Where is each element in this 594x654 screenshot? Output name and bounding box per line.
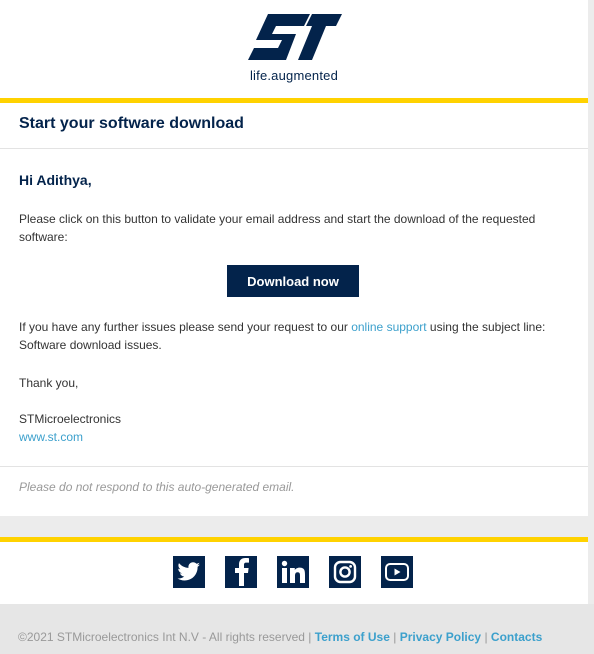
support-paragraph: If you have any further issues please se… (19, 318, 564, 354)
download-now-button[interactable]: Download now (227, 265, 359, 297)
header-accent-bar (0, 98, 588, 103)
right-gutter (588, 0, 594, 654)
header: life.augmented (0, 0, 588, 98)
footer-separator: | (484, 630, 488, 644)
email-title: Start your software download (19, 115, 244, 132)
terms-of-use-link[interactable]: Terms of Use (315, 630, 390, 644)
online-support-link[interactable]: online support (351, 320, 426, 334)
copyright-text: ©2021 STMicroelectronics Int N.V - All r… (18, 630, 305, 644)
footer-separator: | (393, 630, 397, 644)
thanks-text: Thank you, (19, 376, 79, 390)
facebook-icon[interactable] (225, 556, 257, 588)
note-divider (0, 466, 588, 467)
footer-accent-bar (0, 537, 588, 542)
youtube-icon[interactable] (381, 556, 413, 588)
linkedin-icon[interactable] (277, 556, 309, 588)
brand-tagline: life.augmented (249, 68, 339, 83)
website-link-row: www.st.com (19, 428, 564, 446)
support-prefix: If you have any further issues please se… (19, 320, 352, 334)
st-logo (248, 14, 342, 60)
email-card: life.augmented Start your software downl… (0, 0, 588, 654)
twitter-icon[interactable] (173, 556, 205, 588)
footer-separator: | (308, 630, 312, 644)
social-links (173, 556, 413, 588)
footer: ©2021 STMicroelectronics Int N.V - All r… (18, 630, 542, 644)
privacy-policy-link[interactable]: Privacy Policy (400, 630, 481, 644)
signature: STMicroelectronics (19, 412, 122, 426)
footer-band (0, 604, 594, 654)
spacer-band (0, 516, 588, 537)
website-link[interactable]: www.st.com (19, 430, 83, 444)
auto-generated-note: Please do not respond to this auto-gener… (19, 480, 295, 494)
instagram-icon[interactable] (329, 556, 361, 588)
contacts-link[interactable]: Contacts (491, 630, 542, 644)
greeting: Hi Adithya, (19, 172, 92, 188)
title-divider (0, 148, 588, 149)
intro-text: Please click on this button to validate … (19, 212, 536, 244)
